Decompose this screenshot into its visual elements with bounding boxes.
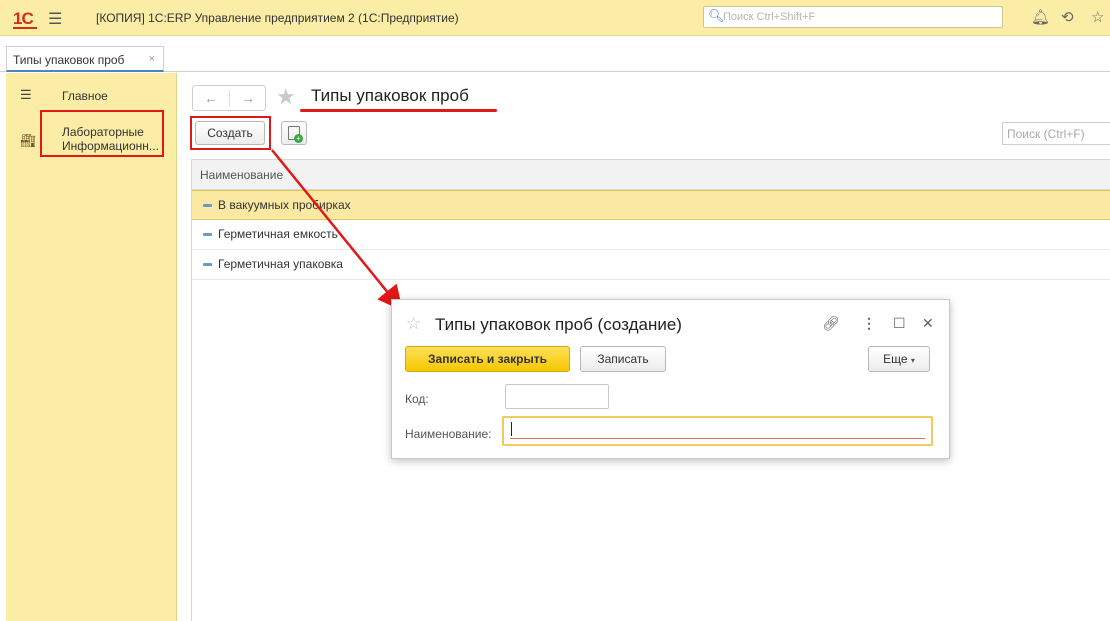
hamburger-icon: ☰ — [20, 87, 32, 102]
page-title: Типы упаковок проб — [311, 86, 469, 105]
close-icon[interactable]: ✕ — [922, 315, 934, 332]
code-label: Код: — [405, 392, 429, 406]
more-button[interactable]: Еще ▾ — [868, 346, 930, 372]
nav-buttons: ← → — [192, 85, 266, 111]
highlight-box-sidebar — [40, 110, 164, 157]
maximize-icon[interactable]: ☐ — [893, 315, 906, 332]
required-field-underline — [510, 438, 925, 439]
more-label: Еще — [883, 352, 908, 366]
document-add-icon: + — [288, 126, 303, 143]
logo-underline — [13, 27, 37, 29]
tab-label: Типы упаковок проб — [13, 53, 125, 67]
row-name: Герметичная упаковка — [218, 257, 343, 271]
item-icon — [203, 263, 212, 266]
list-search-input[interactable]: Поиск (Ctrl+F) — [1002, 122, 1110, 145]
table-row[interactable]: Герметичная емкость — [192, 220, 1110, 250]
global-search-input[interactable]: 🔍︎ Поиск Ctrl+Shift+F — [703, 6, 1003, 28]
favorites-star-icon[interactable]: ☆ — [1091, 8, 1104, 26]
code-input[interactable] — [505, 384, 609, 409]
lab-icon: 🏭︎ — [20, 133, 37, 148]
item-icon — [203, 204, 212, 207]
sidebar-item-main[interactable]: ☰ Главное — [6, 87, 177, 107]
save-and-close-button[interactable]: Записать и закрыть — [405, 346, 570, 372]
global-search-placeholder: Поиск Ctrl+Shift+F — [723, 11, 816, 23]
table-row[interactable]: Герметичная упаковка — [192, 250, 1110, 280]
app-logo[interactable]: 1C — [13, 9, 34, 29]
chevron-down-icon: ▾ — [910, 356, 915, 365]
item-icon — [203, 233, 212, 236]
back-arrow-icon[interactable]: ← — [193, 90, 229, 106]
dialog-favorite-star-icon[interactable]: ☆ — [406, 314, 421, 334]
more-options-icon[interactable]: ⋮ — [862, 315, 876, 332]
tab-bar: Типы упаковок проб × — [0, 46, 1110, 72]
hamburger-menu-icon[interactable]: ☰ — [48, 9, 62, 29]
row-name: Герметичная емкость — [218, 227, 338, 241]
dialog-title: Типы упаковок проб (создание) — [435, 315, 682, 334]
tab-close-icon[interactable]: × — [149, 53, 155, 65]
save-button[interactable]: Записать — [580, 346, 666, 372]
column-header-name[interactable]: Наименование — [192, 160, 1110, 190]
favorite-star-icon[interactable]: ★ — [276, 84, 296, 110]
tab-packaging-types[interactable]: Типы упаковок проб × — [6, 46, 164, 72]
row-name: В вакуумных пробирках — [218, 198, 351, 212]
name-label: Наименование: — [405, 427, 492, 441]
link-icon[interactable]: 🔗︎ — [822, 315, 840, 332]
sidebar-item-label: Главное — [62, 89, 108, 103]
highlight-box-create — [190, 116, 271, 150]
text-caret — [511, 422, 512, 436]
table-row[interactable]: В вакуумных пробирках — [192, 190, 1110, 220]
add-copy-button[interactable]: + — [281, 121, 307, 145]
history-icon[interactable]: ⟲ — [1061, 8, 1074, 26]
app-title: [КОПИЯ] 1С:ERP Управление предприятием 2… — [96, 11, 459, 25]
bell-icon[interactable]: 🔔︎ — [1031, 8, 1050, 26]
title-bar: 1C ☰ [КОПИЯ] 1С:ERP Управление предприят… — [0, 0, 1110, 36]
forward-arrow-icon[interactable]: → — [230, 90, 266, 106]
name-input[interactable] — [502, 416, 933, 446]
create-dialog: ☆ Типы упаковок проб (создание) 🔗︎ ⋮ ☐ ✕… — [391, 299, 950, 459]
annotation-underline — [300, 109, 497, 112]
